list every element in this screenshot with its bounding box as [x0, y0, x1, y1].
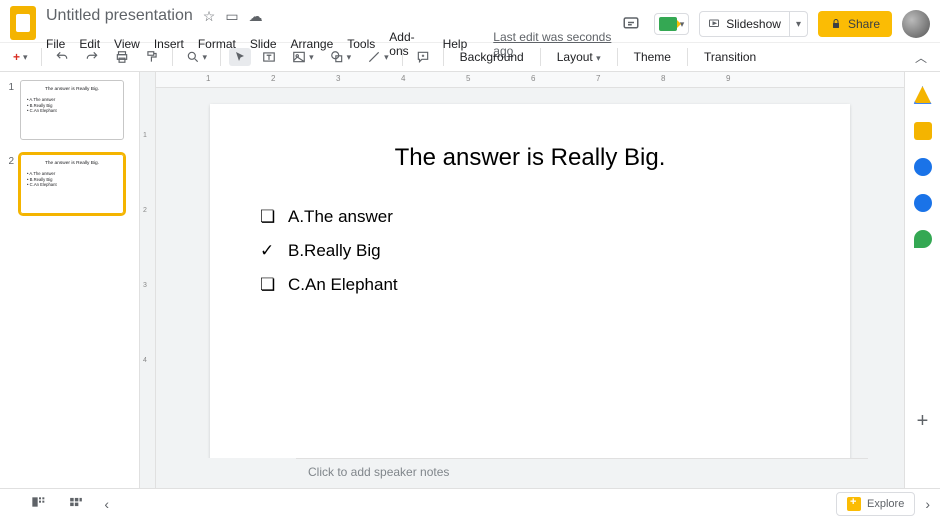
tasks-icon[interactable]	[914, 158, 932, 176]
filmstrip-view-icon[interactable]	[31, 495, 47, 513]
background-button[interactable]: Background	[452, 47, 532, 67]
option-row[interactable]: ✓B.Really Big	[260, 234, 800, 268]
ruler-horizontal: 123456789	[156, 72, 904, 88]
account-avatar[interactable]	[902, 10, 930, 38]
explore-button[interactable]: Explore	[836, 492, 915, 516]
separator	[687, 48, 688, 66]
share-button[interactable]: Share	[818, 11, 892, 37]
textbox-tool[interactable]	[257, 47, 281, 67]
workspace: 1The answer is Really Big.• A.The answer…	[0, 72, 940, 488]
image-tool[interactable]: ▾	[287, 47, 319, 67]
toolbar: +▾ ▾ ▾ ▾ ▾ Background Layout ▾ Theme Tra…	[0, 42, 940, 72]
meet-button[interactable]: ▾	[654, 13, 690, 35]
separator	[41, 48, 42, 66]
contacts-icon[interactable]	[914, 194, 932, 212]
slide-body[interactable]: ❏A.The answer✓B.Really Big❏C.An Elephant	[260, 200, 800, 302]
separator	[617, 48, 618, 66]
select-tool[interactable]	[229, 48, 251, 66]
move-icon[interactable]: ▭	[225, 8, 238, 25]
canvas-area[interactable]: The answer is Really Big. ❏A.The answer✓…	[156, 88, 904, 458]
maps-icon[interactable]	[914, 230, 932, 248]
speaker-notes[interactable]: Click to add speaker notes	[296, 458, 868, 488]
share-label: Share	[848, 17, 880, 31]
slideshow-dropdown[interactable]: ▾	[790, 14, 807, 35]
chevron-left-icon[interactable]: ‹	[104, 496, 109, 512]
line-tool[interactable]: ▾	[362, 47, 394, 67]
paint-format-button[interactable]	[140, 47, 164, 67]
header-actions: ▾ Slideshow ▾ Share	[618, 6, 930, 38]
slideshow-label: Slideshow	[726, 17, 781, 31]
transition-button[interactable]: Transition	[696, 47, 764, 67]
thumb-number: 1	[6, 80, 14, 140]
canvas-column: 123456789 The answer is Really Big. ❏A.T…	[156, 72, 904, 488]
side-panel: +	[904, 72, 940, 488]
calendar-icon[interactable]	[914, 86, 932, 104]
zoom-button[interactable]: ▾	[181, 47, 213, 67]
grid-view-icon[interactable]	[69, 495, 83, 513]
separator	[443, 48, 444, 66]
keep-icon[interactable]	[914, 122, 932, 140]
play-icon	[708, 18, 720, 30]
shape-tool[interactable]: ▾	[325, 47, 357, 67]
add-addon-icon[interactable]: +	[914, 412, 932, 430]
slide-thumbnail[interactable]: The answer is Really Big.• A.The answer•…	[20, 154, 124, 214]
slide-thumbnail[interactable]: The answer is Really Big.• A.The answer•…	[20, 80, 124, 140]
slide-canvas[interactable]: The answer is Really Big. ❏A.The answer✓…	[210, 104, 850, 458]
thumb-number: 2	[6, 154, 14, 214]
bottom-bar: ‹ Explore ›	[0, 488, 940, 518]
undo-button[interactable]	[50, 47, 74, 67]
separator	[402, 48, 403, 66]
lock-icon	[830, 18, 842, 30]
comment-button[interactable]	[411, 47, 435, 67]
chevron-right-icon[interactable]: ›	[925, 496, 930, 512]
new-slide-button[interactable]: +▾	[8, 47, 33, 67]
theme-button[interactable]: Theme	[626, 47, 679, 67]
ruler-vertical: 1234	[140, 72, 156, 488]
explore-label: Explore	[867, 498, 904, 510]
option-row[interactable]: ❏A.The answer	[260, 200, 800, 234]
slides-logo[interactable]	[10, 6, 36, 40]
comments-icon[interactable]	[618, 11, 644, 37]
slideshow-button[interactable]: Slideshow ▾	[699, 11, 808, 37]
star-icon[interactable]: ☆	[203, 8, 216, 25]
separator	[172, 48, 173, 66]
app-header: Untitled presentation ☆ ▭ ☁ File Edit Vi…	[0, 0, 940, 42]
cloud-icon[interactable]: ☁	[249, 8, 263, 25]
option-row[interactable]: ❏C.An Elephant	[260, 268, 800, 302]
meet-icon	[659, 17, 677, 31]
doc-title[interactable]: Untitled presentation	[46, 7, 193, 25]
explore-icon	[847, 497, 861, 511]
print-button[interactable]	[110, 47, 134, 67]
filmstrip: 1The answer is Really Big.• A.The answer…	[0, 72, 140, 488]
redo-button[interactable]	[80, 47, 104, 67]
collapse-toolbar-icon[interactable]: ︿	[910, 46, 932, 69]
layout-button[interactable]: Layout ▾	[549, 47, 609, 67]
separator	[220, 48, 221, 66]
slide-title[interactable]: The answer is Really Big.	[260, 144, 800, 172]
separator	[540, 48, 541, 66]
